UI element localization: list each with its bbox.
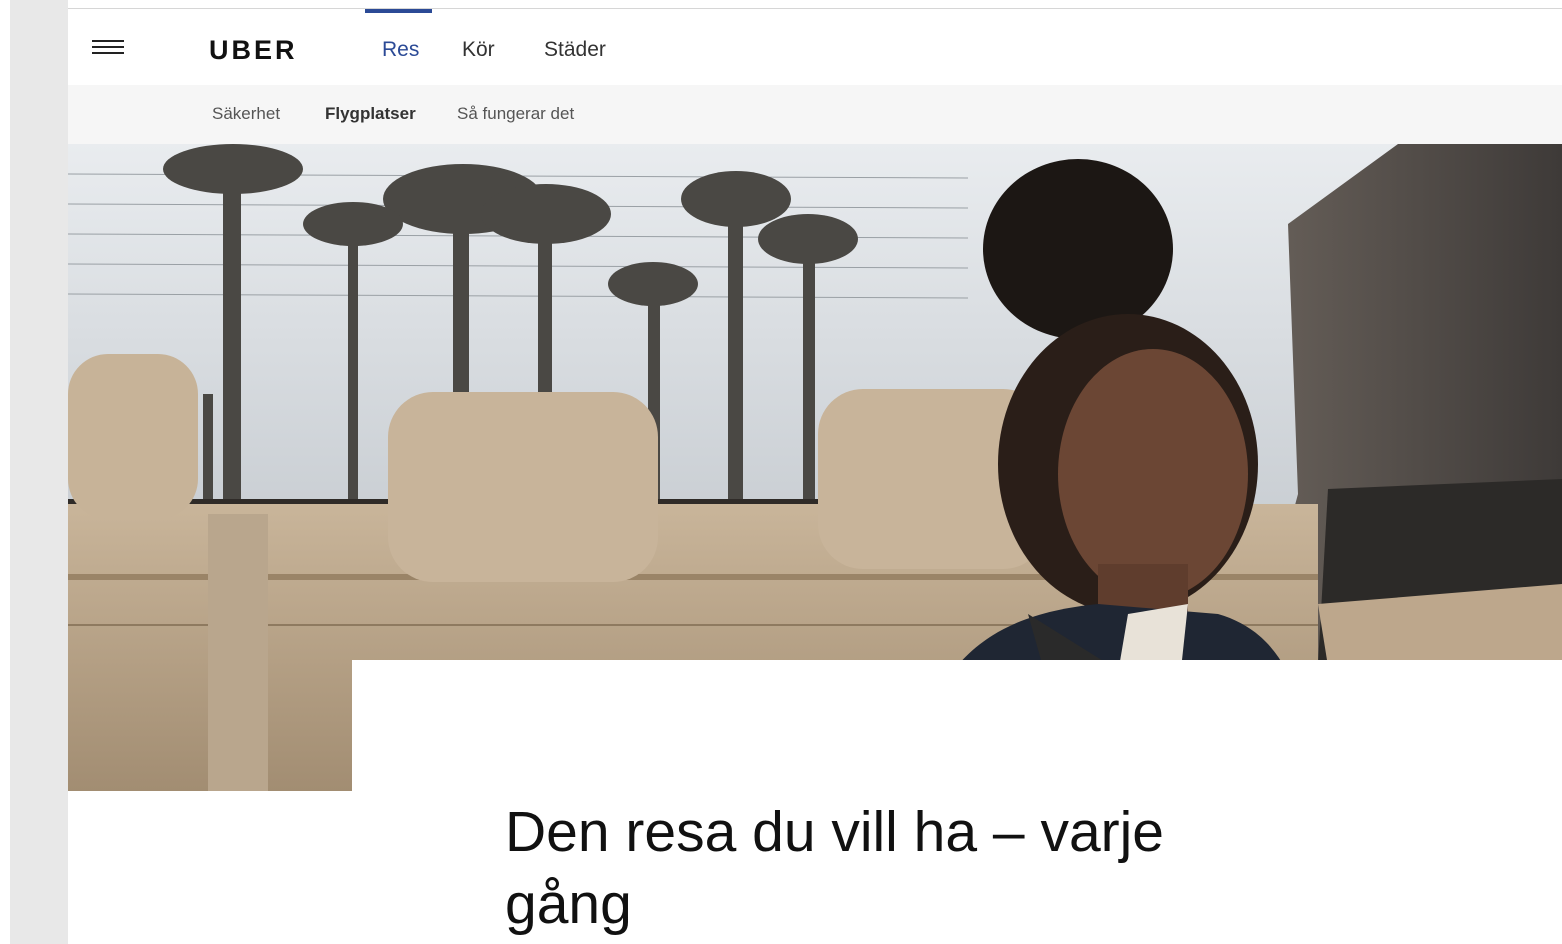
side-rail (10, 0, 68, 944)
top-navigation: UBER Res Kör Städer (68, 9, 1562, 85)
tab-res[interactable]: Res (382, 38, 419, 62)
window-edge (0, 0, 10, 944)
page: UBER Res Kör Städer Säkerhet Flygplatser… (68, 0, 1562, 944)
subnav-item-flygplatser[interactable]: Flygplatser (325, 104, 416, 124)
hamburger-menu-icon[interactable] (92, 38, 126, 58)
subnav-item-sakerhet[interactable]: Säkerhet (212, 104, 280, 124)
subnav-item-sa-fungerar-det[interactable]: Så fungerar det (457, 104, 574, 124)
hero-headline: Den resa du vill ha – varje gång (505, 800, 1165, 936)
uber-logo[interactable]: UBER (209, 35, 298, 66)
sub-navigation: Säkerhet Flygplatser Så fungerar det (68, 85, 1562, 144)
tab-kor[interactable]: Kör (462, 38, 495, 62)
active-tab-indicator (365, 9, 432, 13)
tab-stader[interactable]: Städer (544, 38, 606, 62)
